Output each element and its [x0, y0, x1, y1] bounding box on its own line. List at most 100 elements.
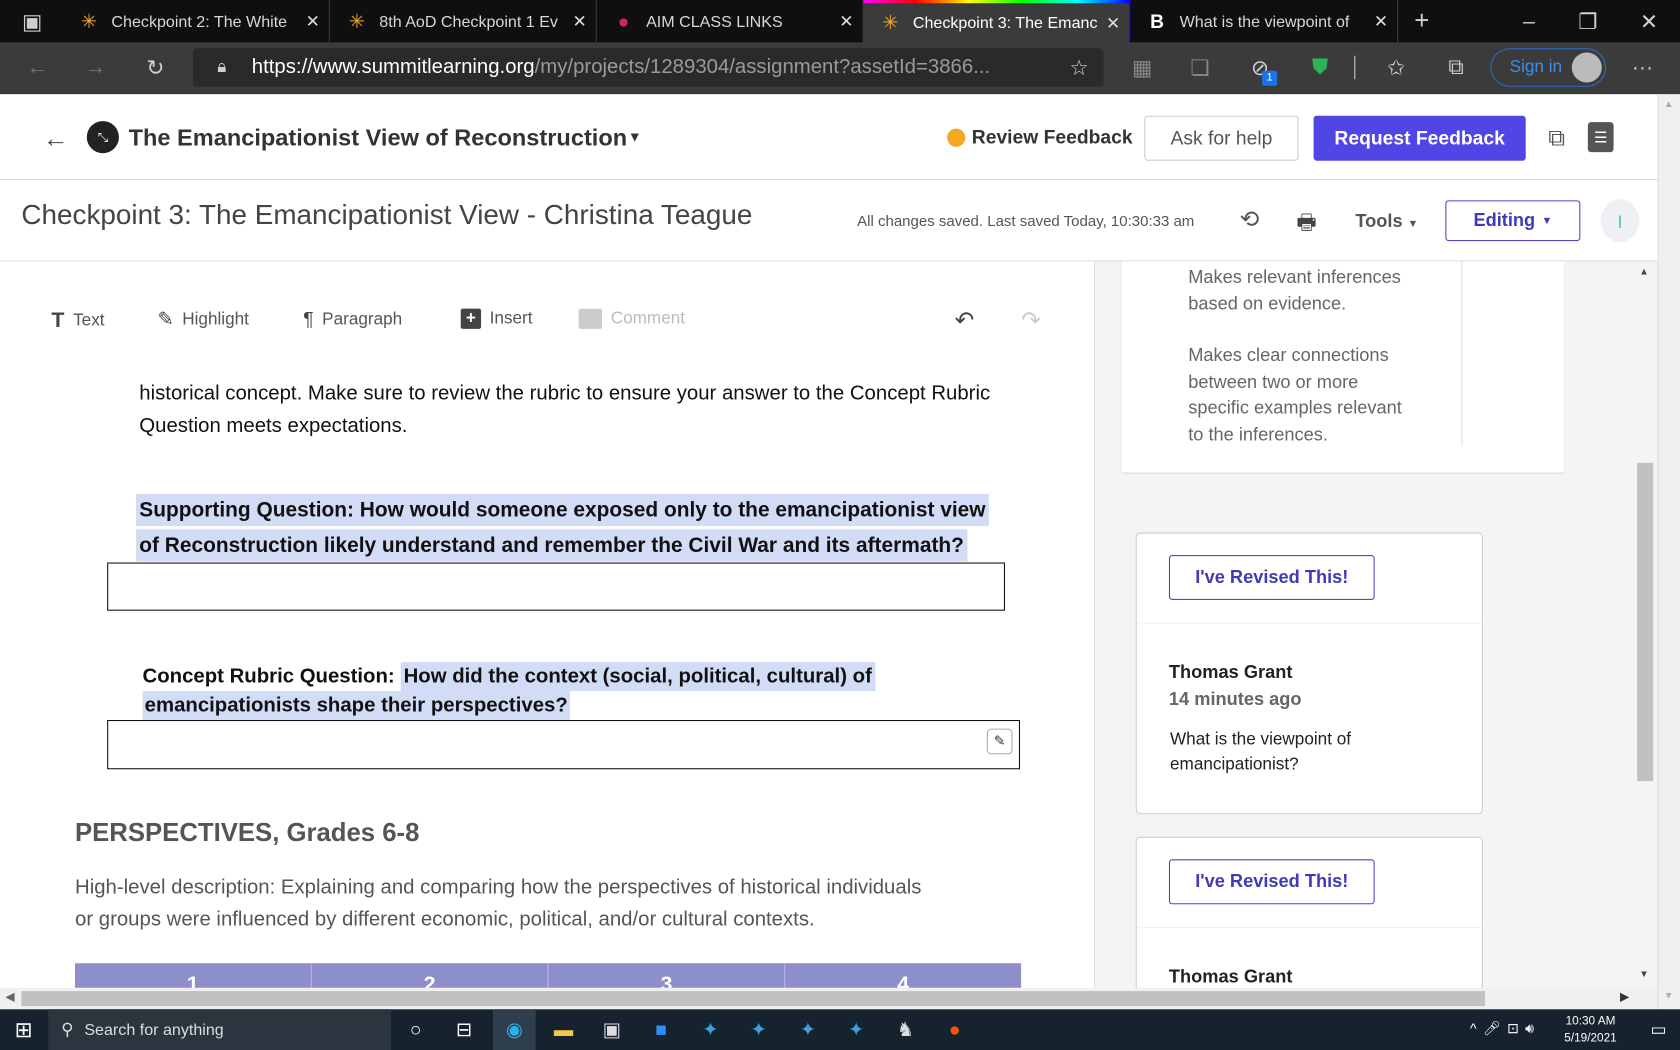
highlight-tool[interactable]: ✎ Highlight	[158, 309, 249, 332]
favorites-icon[interactable]: ✩	[1380, 51, 1412, 83]
tab-title: 8th AoD Checkpoint 1 Ev	[379, 12, 558, 31]
close-icon[interactable]: ✕	[830, 11, 862, 32]
text-tool[interactable]: T Text	[51, 309, 104, 334]
collections-icon[interactable]: ⧉	[1440, 51, 1472, 83]
redo-icon[interactable]: ↷	[1021, 306, 1041, 334]
task-view-icon[interactable]: ⊟	[443, 1009, 486, 1050]
aim-icon: ●	[617, 10, 630, 32]
close-icon[interactable]: ✕	[297, 11, 329, 32]
supporting-answer-box[interactable]	[107, 562, 1006, 611]
project-title[interactable]: The Emancipationist View of Reconstructi…	[129, 124, 628, 152]
paragraph-tool[interactable]: ¶ Paragraph	[303, 309, 402, 332]
tab-actions-icon[interactable]: ▣	[11, 9, 54, 35]
system-tray-icons[interactable]: ^🎤︎⊡🔊︎	[1470, 1020, 1540, 1037]
app-icon[interactable]: ✦	[786, 1009, 829, 1050]
save-status: All changes saved. Last saved Today, 10:…	[857, 212, 1195, 230]
tools-label: Tools	[1355, 211, 1403, 232]
restore-icon[interactable]: ❐	[1570, 6, 1606, 36]
close-icon[interactable]: ✕	[1365, 11, 1397, 32]
criteria-line: specific examples relevant	[1188, 397, 1402, 418]
app-icon[interactable]: ✦	[835, 1009, 878, 1050]
close-icon[interactable]: ✕	[564, 11, 596, 32]
back-arrow-icon[interactable]: ←	[43, 124, 69, 154]
scroll-up-icon[interactable]: ▲	[1664, 99, 1674, 110]
comment-author: Thomas Grant	[1168, 966, 1293, 987]
revised-this-button[interactable]: I've Revised This!	[1168, 859, 1375, 905]
revised-this-button[interactable]: I've Revised This!	[1168, 555, 1375, 601]
file-explorer-icon[interactable]: ▬	[542, 1009, 585, 1050]
external-link-icon[interactable]: ⧉	[1548, 124, 1565, 152]
back-icon[interactable]: ←	[19, 51, 55, 83]
ask-for-help-button[interactable]: Ask for help	[1144, 115, 1299, 161]
clipboard-icon[interactable]: ☰	[1587, 122, 1614, 153]
scroll-down-icon[interactable]: ▼	[1664, 990, 1674, 1001]
insert-tool[interactable]: + Insert	[460, 308, 533, 329]
undo-icon[interactable]: ↶	[955, 306, 975, 334]
taskbar-search[interactable]: ⚲ Search for anything	[48, 1009, 392, 1050]
edit-pencil-icon[interactable]: ✎	[986, 728, 1013, 755]
text-tool-label: Text	[73, 311, 105, 330]
notifications-icon[interactable]: ▭	[1637, 1009, 1680, 1050]
feedback-comment-card: I've Revised This! Thomas Grant	[1135, 836, 1483, 1009]
app-icon[interactable]: ✦	[689, 1009, 732, 1050]
zoom-icon[interactable]: ■	[640, 1009, 683, 1050]
user-avatar[interactable]: ı	[1600, 199, 1640, 243]
app-icon[interactable]: ✦	[737, 1009, 780, 1050]
rubric-criteria-text: Makes relevant inferences based on evide…	[1188, 265, 1402, 448]
print-icon[interactable]: 🖶︎	[1296, 207, 1316, 243]
request-feedback-button[interactable]: Request Feedback	[1313, 115, 1526, 161]
windows-start-icon[interactable]: ⊞	[2, 1009, 45, 1050]
scroll-left-icon[interactable]: ◀	[5, 990, 14, 1004]
browser-tab[interactable]: B What is the viewpoint of ✕	[1130, 0, 1399, 43]
new-tab-icon[interactable]: +	[1404, 6, 1440, 36]
add-favorite-icon[interactable]: ☆	[1061, 51, 1097, 83]
tools-menu[interactable]: Tools ▼	[1355, 211, 1418, 232]
extension-icon[interactable]: ❏	[1185, 51, 1215, 83]
minimize-icon[interactable]: –	[1511, 6, 1547, 36]
comment-text: What is the viewpoint of emancipationist…	[1170, 728, 1351, 777]
browser-tab-active[interactable]: ✳ Checkpoint 3: The Emanc ✕	[863, 0, 1131, 43]
browser-tab[interactable]: ✳ Checkpoint 2: The White ✕	[62, 0, 331, 43]
scroll-right-icon[interactable]: ▶	[1620, 990, 1629, 1004]
scroll-down-icon[interactable]: ▼	[1639, 969, 1649, 980]
paragraph-icon: ¶	[303, 308, 314, 331]
comment-tool[interactable]: Comment	[578, 308, 686, 329]
browser-tab[interactable]: ● AIM CLASS LINKS ✕	[597, 0, 864, 43]
close-icon[interactable]: ✕	[1097, 12, 1129, 33]
refresh-icon[interactable]: ↻	[137, 51, 173, 83]
chevron-down-icon: ▼	[1541, 214, 1553, 227]
forward-icon[interactable]: →	[77, 51, 113, 83]
horizontal-scrollbar[interactable]: ◀ ▶	[0, 987, 1658, 1010]
comment-tool-label: Comment	[610, 309, 686, 328]
lock-icon[interactable]: 🔒︎	[206, 51, 238, 83]
review-feedback-link[interactable]: Review Feedback	[972, 126, 1133, 149]
editing-mode-dropdown[interactable]: Editing ▼	[1445, 200, 1581, 242]
address-bar[interactable]: https://www.summitlearning.org/my/projec…	[192, 48, 1104, 87]
cortana-icon[interactable]: ○	[394, 1009, 437, 1050]
app-icon[interactable]: ♞	[884, 1009, 927, 1050]
instructions-text: historical concept. Make sure to review …	[139, 378, 990, 442]
sign-in-button[interactable]: Sign in	[1490, 48, 1607, 87]
soundcloud-icon[interactable]: ●	[933, 1009, 976, 1050]
supporting-question-line: Supporting Question: How would someone e…	[136, 493, 989, 527]
sidebar-scrollbar[interactable]: ▲ ▼	[1633, 261, 1658, 988]
history-icon[interactable]: ⟲	[1240, 206, 1260, 234]
tab-title: AIM CLASS LINKS	[646, 12, 783, 31]
criteria-line: to the inferences.	[1188, 423, 1328, 445]
concept-answer-box[interactable]: ✎	[107, 720, 1021, 770]
browser-tab[interactable]: ✳ 8th AoD Checkpoint 1 Ev ✕	[330, 0, 597, 43]
feedback-comment-card: I've Revised This! Thomas Grant 14 minut…	[1135, 532, 1483, 815]
scrollbar-thumb[interactable]	[1637, 462, 1654, 782]
scrollbar-thumb[interactable]	[21, 991, 1486, 1007]
comment-icon	[578, 308, 603, 329]
extension-icon[interactable]: ▦	[1127, 51, 1157, 83]
store-icon[interactable]: ▣	[590, 1009, 633, 1050]
more-icon[interactable]: ···	[1626, 51, 1658, 83]
page-scrollbar[interactable]: ▲ ▼	[1657, 94, 1680, 1010]
close-window-icon[interactable]: ✕	[1631, 6, 1667, 36]
shield-icon[interactable]: ⛊	[1305, 51, 1335, 83]
scroll-up-icon[interactable]: ▲	[1639, 266, 1649, 277]
clock[interactable]: 10:30 AM 5/19/2021	[1564, 1013, 1616, 1047]
edge-icon[interactable]: ◉	[492, 1009, 536, 1050]
chevron-down-icon[interactable]: ▼	[628, 129, 642, 145]
